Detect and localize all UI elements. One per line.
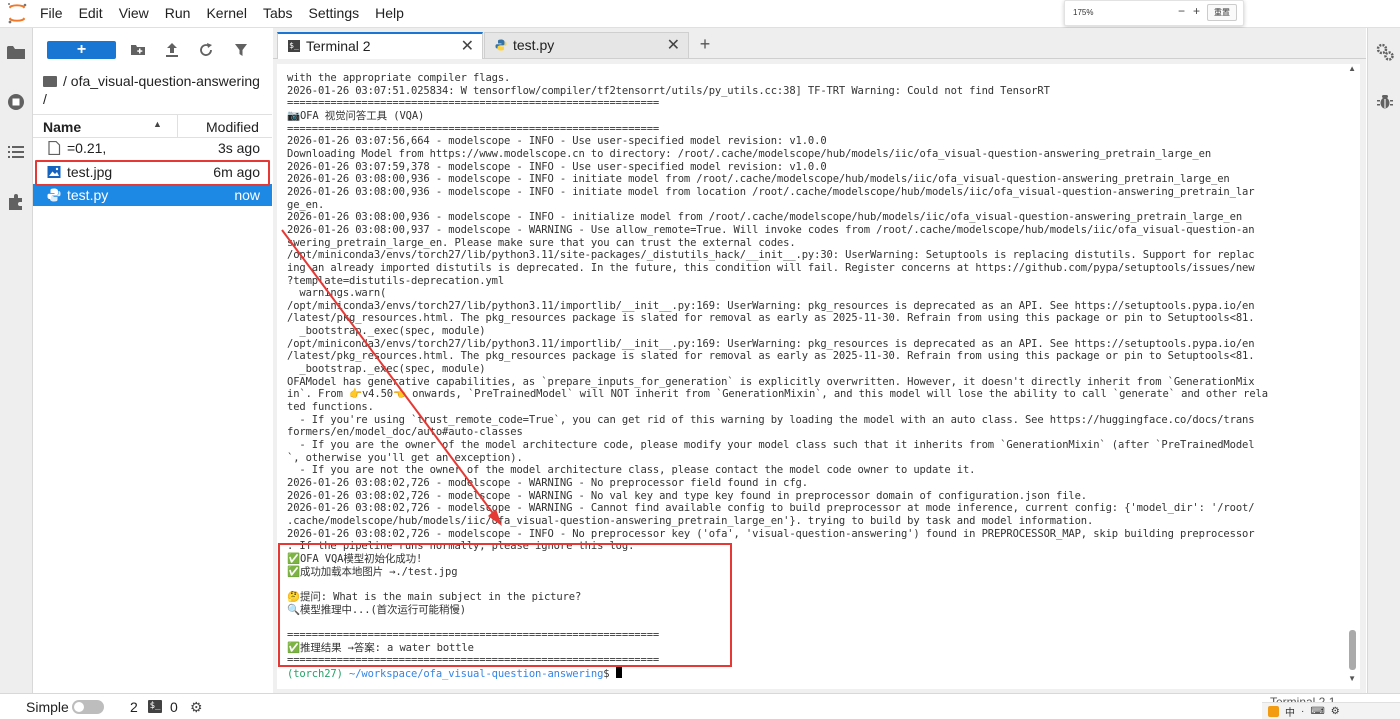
toggle-knob (74, 702, 84, 712)
zoom-popup: 175% − + 重置 (1064, 0, 1244, 26)
tray-dot: · (1301, 705, 1305, 717)
column-modified-header[interactable]: Modified (206, 119, 259, 135)
scroll-up-arrow-icon[interactable]: ▲ (1348, 64, 1356, 73)
menu-run[interactable]: Run (165, 0, 191, 27)
main-area: $_ Terminal 2 ✕ test.py ✕ + with the app… (273, 28, 1366, 693)
add-tab-button[interactable]: + (693, 32, 717, 56)
running-kernels-count[interactable]: 2 (130, 699, 138, 715)
red-highlight-box-file (35, 160, 270, 186)
new-folder-icon[interactable] (129, 41, 147, 59)
menu-edit[interactable]: Edit (79, 0, 103, 27)
terminal-icon: $_ (288, 40, 300, 52)
tray-ime-label[interactable]: 中 (1285, 704, 1295, 719)
tab-test-py[interactable]: test.py ✕ (484, 32, 689, 58)
scroll-down-arrow-icon[interactable]: ▼ (1348, 674, 1356, 683)
jupyter-logo-icon (8, 3, 27, 24)
file-name: test.py (67, 187, 109, 203)
terminal-prompt[interactable]: (torch27) ~/workspace/ofa_visual-questio… (287, 666, 622, 680)
file-modified: 3s ago (217, 140, 260, 156)
tab-label: Terminal 2 (306, 38, 371, 54)
breadcrumb-folder-icon[interactable] (43, 76, 57, 87)
table-of-contents-icon[interactable] (5, 141, 27, 163)
prompt-path: ~/workspace/ofa_visual-question-answerin… (349, 667, 604, 680)
status-bar: Simple 2 $_ 0 ⚙ Terminal 2 1 中 · ⌨ ⚙ (0, 693, 1400, 719)
system-tray: 中 · ⌨ ⚙ (1262, 702, 1400, 719)
zoom-out-button[interactable]: − (1178, 4, 1185, 18)
breadcrumb[interactable]: / ofa_visual-question-answering / (43, 72, 263, 108)
tab-label: test.py (513, 37, 555, 53)
file-icon (48, 141, 61, 155)
keyboard-icon[interactable]: ⌨ (1310, 706, 1324, 717)
left-activity-bar (0, 28, 33, 693)
terminal-cursor (615, 666, 622, 678)
menu-view[interactable]: View (119, 0, 149, 27)
menu-help[interactable]: Help (375, 0, 404, 27)
simple-mode-label: Simple (26, 699, 69, 715)
column-name-header[interactable]: Name (43, 119, 81, 135)
python-file-icon (495, 39, 507, 51)
file-row[interactable]: =0.21, 3s ago (33, 137, 272, 159)
right-sidebar (1367, 28, 1400, 693)
column-divider[interactable] (177, 115, 178, 137)
extensions-puzzle-icon[interactable] (5, 191, 27, 213)
terminal-icon[interactable]: $_ (148, 700, 162, 713)
menu-tabs[interactable]: Tabs (263, 0, 293, 27)
running-terminals-count[interactable]: 0 (170, 699, 178, 715)
tab-terminal-2[interactable]: $_ Terminal 2 ✕ (277, 32, 483, 59)
zoom-level: 175% (1073, 8, 1094, 17)
menu-kernel[interactable]: Kernel (206, 0, 246, 27)
gear-icon[interactable]: ⚙ (190, 699, 203, 716)
settings-icon[interactable]: ⚙ (1331, 706, 1340, 717)
menu-file[interactable]: File (40, 0, 63, 27)
prompt-tail: $ (603, 667, 616, 680)
file-name: =0.21, (67, 140, 107, 156)
file-modified: now (234, 187, 260, 203)
scrollbar-thumb[interactable] (1349, 630, 1356, 670)
terminal-panel[interactable]: with the appropriate compiler flags. 202… (277, 64, 1360, 689)
close-icon[interactable]: ✕ (667, 35, 680, 55)
folder-icon[interactable] (5, 41, 27, 63)
file-browser: + / ofa_visual-question-answering / Name… (33, 28, 272, 693)
zoom-in-button[interactable]: + (1193, 4, 1200, 18)
python-file-icon (47, 188, 61, 202)
tab-bar: $_ Terminal 2 ✕ test.py ✕ + (273, 28, 1366, 59)
sort-ascending-icon[interactable]: ▲ (153, 119, 162, 129)
refresh-icon[interactable] (197, 41, 215, 59)
file-row-selected[interactable]: test.py now (33, 184, 272, 206)
simple-mode-toggle[interactable] (72, 700, 104, 714)
close-icon[interactable]: ✕ (461, 36, 474, 56)
red-highlight-box-output (278, 543, 732, 667)
zoom-reset-button[interactable]: 重置 (1207, 4, 1237, 21)
upload-icon[interactable] (163, 41, 181, 59)
ime-icon[interactable] (1268, 705, 1279, 717)
menu-settings[interactable]: Settings (309, 0, 360, 27)
running-sessions-icon[interactable] (5, 91, 27, 113)
debugger-bug-icon[interactable] (1375, 92, 1395, 112)
file-list-header: Name ▲ Modified (33, 114, 272, 138)
breadcrumb-path[interactable]: / ofa_visual-question-answering / (43, 73, 260, 107)
new-launcher-button[interactable]: + (47, 41, 116, 59)
prompt-env: (torch27) (287, 667, 350, 680)
filter-icon[interactable] (232, 41, 250, 59)
property-inspector-gears-icon[interactable] (1375, 42, 1395, 62)
